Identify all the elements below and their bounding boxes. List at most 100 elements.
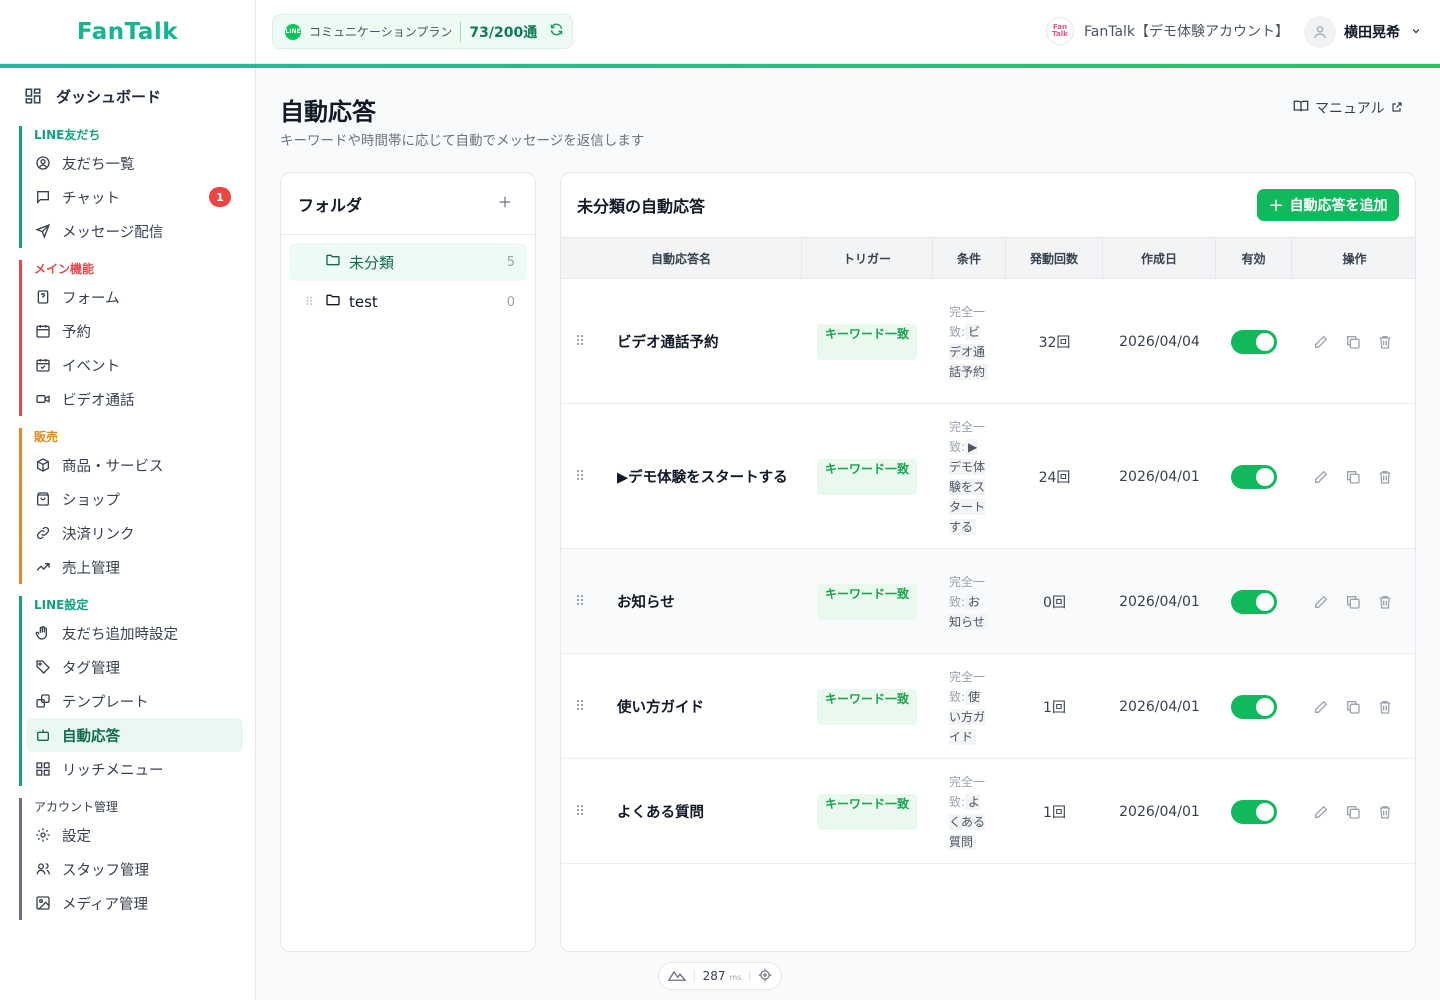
add-folder-button[interactable] [497,191,513,216]
trigger-cell: キーワード一致 [817,279,917,404]
table-row[interactable]: ⠿ ビデオ通話予約 キーワード一致 完全一致: ビデオ通話予約 32回 2026/04/04 [561,279,1415,404]
add-auto-reply-button[interactable]: + 自動応答を追加 [1257,189,1399,221]
copy-icon[interactable] [1345,279,1361,404]
table-row[interactable]: ⠿ ▶デモ体験をスタートする キーワード一致 完全一致: ▶デモ体験をスタートする 24回… [561,404,1415,549]
page-title: 自動応答 [280,98,376,126]
auto-reply-name[interactable]: よくある質問 [617,759,704,864]
sidebar-item-label: ショップ [62,492,120,509]
drag-handle-icon[interactable]: ⠿ [575,654,585,759]
table-row[interactable]: ⠿ よくある質問 キーワード一致 完全一致: よくある質問 1回 2026/04/01 [561,759,1415,864]
trash-icon[interactable] [1377,654,1393,759]
drag-handle-icon[interactable]: ⠿ [575,279,585,404]
column-header: 自動応答名 [561,238,802,279]
condition-text: 完全一致: ビデオ通話予約 [949,302,989,382]
edit-icon[interactable] [1313,654,1329,759]
sidebar-item-event[interactable]: イベント [34,348,243,382]
table-row[interactable]: ⠿ お知らせ キーワード一致 完全一致: お知らせ 0回 2026/04/01 [561,549,1415,654]
trash-icon[interactable] [1377,404,1393,549]
box-icon [34,456,52,474]
auto-reply-name[interactable]: 使い方ガイド [617,654,704,759]
perf-unit: ms [729,973,742,982]
drag-handle-icon[interactable]: ⠿ [575,404,585,549]
account-name: FanTalk【デモ体験アカウント】 [1084,24,1290,40]
app-logo[interactable]: FanTalk [77,19,178,45]
enabled-toggle[interactable] [1231,329,1277,354]
sidebar-item-payment-link[interactable]: 決済リンク [34,516,243,550]
copy-icon[interactable] [1345,759,1361,864]
edit-icon[interactable] [1313,759,1329,864]
table-row[interactable]: ⠿ 使い方ガイド キーワード一致 完全一致: 使い方ガイド 1回 2026/04/01 [561,654,1415,759]
sidebar-item-tags[interactable]: タグ管理 [34,650,243,684]
copy-icon[interactable] [1345,549,1361,654]
unread-badge: 1 [209,187,231,207]
drag-handle-icon[interactable]: ⠿ [575,549,585,654]
crosshair-icon[interactable] [758,968,772,985]
trigger-badge: キーワード一致 [817,583,917,620]
sidebar-item-auto-reply[interactable]: 自動応答 [26,718,243,752]
sidebar-item-form[interactable]: フォーム [34,280,243,314]
sidebar-item-label: イベント [62,358,120,375]
sidebar-item-video-call[interactable]: ビデオ通話 [34,382,243,416]
trigger-cell: キーワード一致 [817,759,917,864]
manual-label: マニュアル [1315,101,1385,117]
sidebar-item-settings[interactable]: 設定 [34,818,243,852]
trigger-count: 0回 [1043,594,1066,611]
drag-handle-icon[interactable]: ⠿ [575,759,585,864]
toggle-cell [1231,404,1277,549]
sidebar-item-label: メッセージ配信 [62,224,164,241]
copy-icon[interactable] [1345,654,1361,759]
trash-icon[interactable] [1377,549,1393,654]
sidebar-item-label: ダッシュボード [56,87,162,106]
copy-icon[interactable] [1345,404,1361,549]
enabled-toggle[interactable] [1231,694,1277,719]
edit-icon[interactable] [1313,279,1329,404]
sidebar-item-staff[interactable]: スタッフ管理 [34,852,243,886]
sidebar-item-label: メディア管理 [62,896,148,913]
folder-icon [325,252,341,272]
enabled-toggle[interactable] [1231,799,1277,824]
enabled-toggle[interactable] [1231,464,1277,489]
sidebar-item-friend-add-settings[interactable]: 友だち追加時設定 [34,616,243,650]
column-header: 作成日 [1103,238,1216,279]
sidebar-item-shop[interactable]: ショップ [34,482,243,516]
edit-icon[interactable] [1313,549,1329,654]
sidebar-item-sales[interactable]: 売上管理 [34,550,243,584]
sidebar-item-rich-menu[interactable]: リッチメニュー [34,752,243,786]
sidebar-item-media[interactable]: メディア管理 [34,886,243,920]
plan-usage: LINE コミュニケーションプラン 73/200通 [272,14,573,49]
trigger-cell: キーワード一致 [817,404,917,549]
auto-reply-name[interactable]: ▶デモ体験をスタートする [617,404,788,549]
folder-count: 0 [506,294,515,310]
user-menu[interactable]: 横田晃希 [1304,16,1422,48]
logo-area[interactable]: FanTalk [0,0,256,64]
refresh-icon[interactable] [549,22,564,41]
trigger-cell: キーワード一致 [817,549,917,654]
sidebar-item-reservation[interactable]: 予約 [34,314,243,348]
sidebar-item-products[interactable]: 商品・サービス [34,448,243,482]
manual-link[interactable]: マニュアル [1293,98,1403,118]
folder-item[interactable]: 未分類 5 [289,243,527,281]
enabled-toggle[interactable] [1231,589,1277,614]
sidebar-item-chat[interactable]: チャット 1 [34,180,243,214]
sidebar-item-broadcast[interactable]: メッセージ配信 [34,214,243,248]
divider [693,970,695,982]
sidebar-item-label: チャット [62,190,120,207]
edit-icon[interactable] [1313,404,1329,549]
trash-icon[interactable] [1377,279,1393,404]
sidebar-item-friends[interactable]: 友だち一覧 [34,146,243,180]
sidebar-item-dashboard[interactable]: ダッシュボード [24,79,233,113]
plan-label: コミュニケーションプラン [309,25,453,39]
sidebar-item-label: スタッフ管理 [62,862,149,879]
drag-handle-icon[interactable]: ⠿ [305,295,314,309]
divider [460,21,462,42]
account-switcher[interactable]: Fan Talk FanTalk【デモ体験アカウント】 [1046,17,1289,45]
tag-icon [34,658,52,676]
folder-item[interactable]: ⠿ test 0 [289,283,527,321]
hand-icon [34,624,52,642]
sidebar-item-templates[interactable]: テンプレート [34,684,243,718]
auto-reply-name[interactable]: ビデオ通話予約 [617,279,719,404]
auto-reply-name[interactable]: お知らせ [617,549,675,654]
calendar-icon [34,322,52,340]
trash-icon[interactable] [1377,759,1393,864]
divider [749,970,751,982]
